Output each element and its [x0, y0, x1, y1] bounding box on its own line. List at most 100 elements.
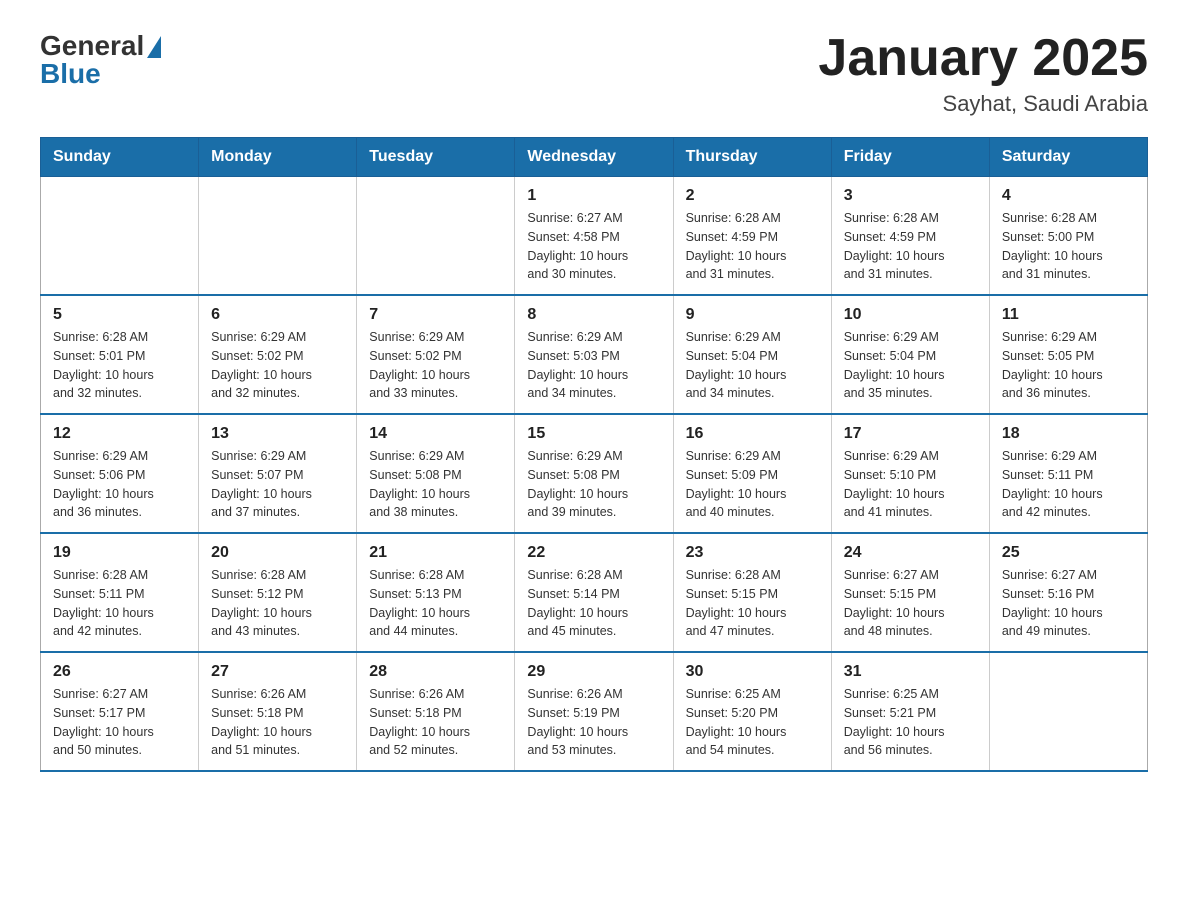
day-info: Sunrise: 6:28 AMSunset: 4:59 PMDaylight:… — [844, 209, 977, 284]
day-info: Sunrise: 6:29 AMSunset: 5:02 PMDaylight:… — [369, 328, 502, 403]
table-row: 25 Sunrise: 6:27 AMSunset: 5:16 PMDayligh… — [989, 533, 1147, 652]
week-row-5: 26 Sunrise: 6:27 AMSunset: 5:17 PMDayligh… — [41, 652, 1148, 771]
day-info: Sunrise: 6:25 AMSunset: 5:20 PMDaylight:… — [686, 685, 819, 760]
day-info: Sunrise: 6:26 AMSunset: 5:18 PMDaylight:… — [211, 685, 344, 760]
day-number: 19 — [53, 544, 186, 562]
day-info: Sunrise: 6:28 AMSunset: 5:14 PMDaylight:… — [527, 566, 660, 641]
day-info: Sunrise: 6:28 AMSunset: 5:01 PMDaylight:… — [53, 328, 186, 403]
day-number: 24 — [844, 544, 977, 562]
table-row: 2 Sunrise: 6:28 AMSunset: 4:59 PMDaylight… — [673, 177, 831, 296]
table-row: 7 Sunrise: 6:29 AMSunset: 5:02 PMDaylight… — [357, 295, 515, 414]
table-row: 14Sunrise: 6:29 AMSunset: 5:08 PMDayligh… — [357, 414, 515, 533]
day-number: 10 — [844, 306, 977, 324]
table-row: 28 Sunrise: 6:26 AMSunset: 5:18 PMDayligh… — [357, 652, 515, 771]
page-header: General Blue January 2025 Sayhat, Saudi … — [40, 30, 1148, 117]
day-info: Sunrise: 6:26 AMSunset: 5:18 PMDaylight:… — [369, 685, 502, 760]
day-info: Sunrise: 6:25 AMSunset: 5:21 PMDaylight:… — [844, 685, 977, 760]
day-number: 26 — [53, 663, 186, 681]
calendar-body: 1 Sunrise: 6:27 AMSunset: 4:58 PMDaylight… — [41, 177, 1148, 772]
day-number: 25 — [1002, 544, 1135, 562]
day-number: 9 — [686, 306, 819, 324]
weekday-header-friday: Friday — [831, 138, 989, 177]
weekday-header-tuesday: Tuesday — [357, 138, 515, 177]
table-row — [199, 177, 357, 296]
table-row: 15Sunrise: 6:29 AMSunset: 5:08 PMDayligh… — [515, 414, 673, 533]
week-row-2: 5 Sunrise: 6:28 AMSunset: 5:01 PMDaylight… — [41, 295, 1148, 414]
day-number: 8 — [527, 306, 660, 324]
day-info: Sunrise: 6:27 AMSunset: 5:17 PMDaylight:… — [53, 685, 186, 760]
day-number: 18 — [1002, 425, 1135, 443]
logo-text-blue: Blue — [40, 58, 161, 90]
day-number: 28 — [369, 663, 502, 681]
day-number: 1 — [527, 187, 660, 205]
table-row — [41, 177, 199, 296]
day-number: 7 — [369, 306, 502, 324]
title-block: January 2025 Sayhat, Saudi Arabia — [818, 30, 1148, 117]
table-row: 4Sunrise: 6:28 AMSunset: 5:00 PMDaylight… — [989, 177, 1147, 296]
table-row: 26 Sunrise: 6:27 AMSunset: 5:17 PMDayligh… — [41, 652, 199, 771]
table-row: 24 Sunrise: 6:27 AMSunset: 5:15 PMDayligh… — [831, 533, 989, 652]
table-row: 16 Sunrise: 6:29 AMSunset: 5:09 PMDayligh… — [673, 414, 831, 533]
day-info: Sunrise: 6:29 AMSunset: 5:08 PMDaylight:… — [369, 447, 502, 522]
week-row-1: 1 Sunrise: 6:27 AMSunset: 4:58 PMDaylight… — [41, 177, 1148, 296]
table-row: 1 Sunrise: 6:27 AMSunset: 4:58 PMDaylight… — [515, 177, 673, 296]
table-row: 18 Sunrise: 6:29 AMSunset: 5:11 PMDayligh… — [989, 414, 1147, 533]
day-info: Sunrise: 6:29 AMSunset: 5:06 PMDaylight:… — [53, 447, 186, 522]
day-info: Sunrise: 6:28 AMSunset: 5:11 PMDaylight:… — [53, 566, 186, 641]
table-row — [989, 652, 1147, 771]
table-row: 17Sunrise: 6:29 AMSunset: 5:10 PMDayligh… — [831, 414, 989, 533]
day-number: 5 — [53, 306, 186, 324]
day-number: 2 — [686, 187, 819, 205]
day-info: Sunrise: 6:29 AMSunset: 5:05 PMDaylight:… — [1002, 328, 1135, 403]
logo-triangle-icon — [147, 36, 161, 58]
calendar-subtitle: Sayhat, Saudi Arabia — [818, 91, 1148, 117]
calendar-table: SundayMondayTuesdayWednesdayThursdayFrid… — [40, 137, 1148, 772]
day-number: 13 — [211, 425, 344, 443]
day-info: Sunrise: 6:29 AMSunset: 5:02 PMDaylight:… — [211, 328, 344, 403]
day-info: Sunrise: 6:28 AMSunset: 5:15 PMDaylight:… — [686, 566, 819, 641]
week-row-3: 12Sunrise: 6:29 AMSunset: 5:06 PMDayligh… — [41, 414, 1148, 533]
weekday-header-thursday: Thursday — [673, 138, 831, 177]
day-info: Sunrise: 6:26 AMSunset: 5:19 PMDaylight:… — [527, 685, 660, 760]
table-row: 31 Sunrise: 6:25 AMSunset: 5:21 PMDayligh… — [831, 652, 989, 771]
weekday-header-wednesday: Wednesday — [515, 138, 673, 177]
logo: General Blue — [40, 30, 161, 90]
table-row: 27 Sunrise: 6:26 AMSunset: 5:18 PMDayligh… — [199, 652, 357, 771]
day-number: 21 — [369, 544, 502, 562]
table-row: 10Sunrise: 6:29 AMSunset: 5:04 PMDayligh… — [831, 295, 989, 414]
weekday-header-monday: Monday — [199, 138, 357, 177]
day-info: Sunrise: 6:28 AMSunset: 5:12 PMDaylight:… — [211, 566, 344, 641]
day-number: 31 — [844, 663, 977, 681]
day-number: 23 — [686, 544, 819, 562]
weekday-header-sunday: Sunday — [41, 138, 199, 177]
day-number: 27 — [211, 663, 344, 681]
table-row: 6 Sunrise: 6:29 AMSunset: 5:02 PMDaylight… — [199, 295, 357, 414]
day-info: Sunrise: 6:27 AMSunset: 4:58 PMDaylight:… — [527, 209, 660, 284]
day-number: 11 — [1002, 306, 1135, 324]
day-info: Sunrise: 6:28 AMSunset: 5:00 PMDaylight:… — [1002, 209, 1135, 284]
day-info: Sunrise: 6:29 AMSunset: 5:07 PMDaylight:… — [211, 447, 344, 522]
day-info: Sunrise: 6:29 AMSunset: 5:11 PMDaylight:… — [1002, 447, 1135, 522]
day-number: 6 — [211, 306, 344, 324]
table-row: 9Sunrise: 6:29 AMSunset: 5:04 PMDaylight… — [673, 295, 831, 414]
day-info: Sunrise: 6:28 AMSunset: 4:59 PMDaylight:… — [686, 209, 819, 284]
day-info: Sunrise: 6:27 AMSunset: 5:16 PMDaylight:… — [1002, 566, 1135, 641]
table-row: 30 Sunrise: 6:25 AMSunset: 5:20 PMDayligh… — [673, 652, 831, 771]
day-info: Sunrise: 6:28 AMSunset: 5:13 PMDaylight:… — [369, 566, 502, 641]
weekday-header-saturday: Saturday — [989, 138, 1147, 177]
table-row: 5 Sunrise: 6:28 AMSunset: 5:01 PMDaylight… — [41, 295, 199, 414]
day-number: 17 — [844, 425, 977, 443]
table-row — [357, 177, 515, 296]
day-info: Sunrise: 6:29 AMSunset: 5:08 PMDaylight:… — [527, 447, 660, 522]
day-number: 22 — [527, 544, 660, 562]
day-info: Sunrise: 6:29 AMSunset: 5:09 PMDaylight:… — [686, 447, 819, 522]
table-row: 23 Sunrise: 6:28 AMSunset: 5:15 PMDayligh… — [673, 533, 831, 652]
table-row: 3 Sunrise: 6:28 AMSunset: 4:59 PMDaylight… — [831, 177, 989, 296]
day-number: 30 — [686, 663, 819, 681]
day-number: 20 — [211, 544, 344, 562]
logo-text-general: General — [40, 30, 144, 61]
day-info: Sunrise: 6:27 AMSunset: 5:15 PMDaylight:… — [844, 566, 977, 641]
day-number: 3 — [844, 187, 977, 205]
table-row: 21 Sunrise: 6:28 AMSunset: 5:13 PMDayligh… — [357, 533, 515, 652]
day-number: 16 — [686, 425, 819, 443]
